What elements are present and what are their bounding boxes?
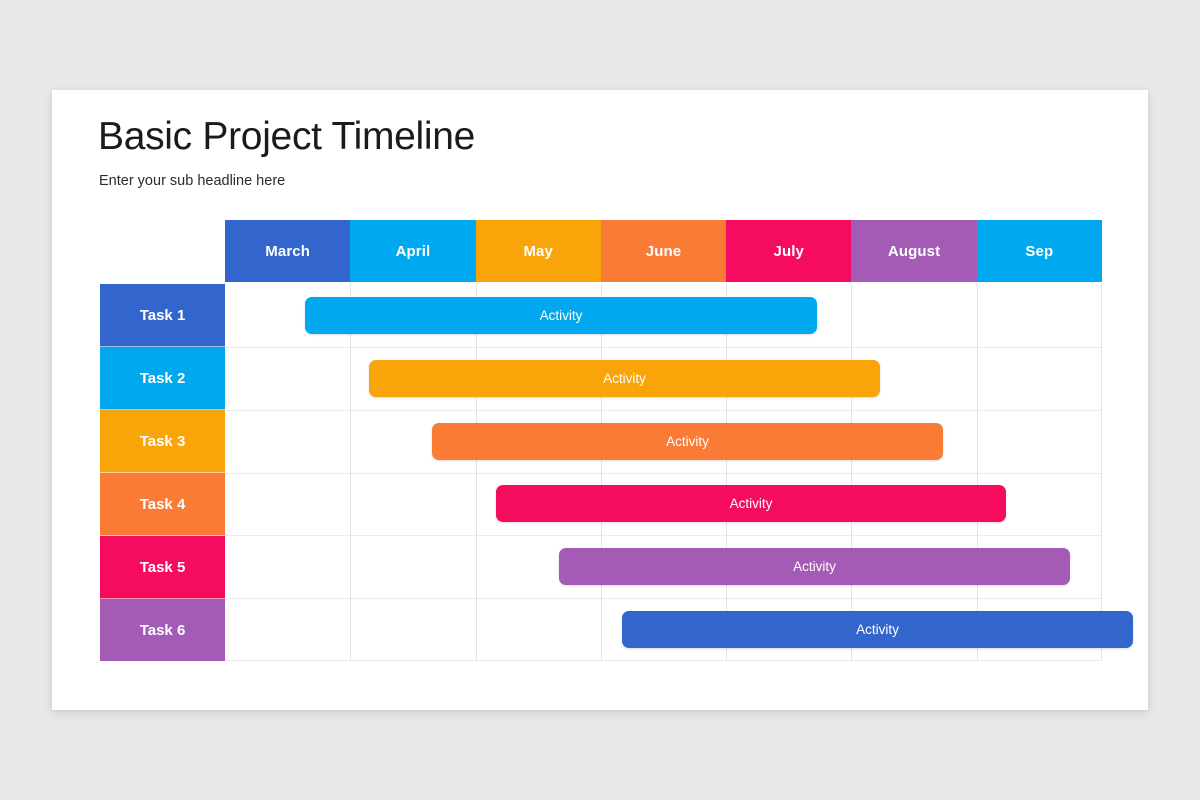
- activity-bar[interactable]: Activity: [559, 548, 1070, 586]
- activity-bar-label: Activity: [539, 307, 583, 323]
- task-label: Task 5: [139, 558, 186, 576]
- activity-bar[interactable]: Activity: [432, 422, 943, 460]
- task-label: Task 3: [139, 432, 186, 450]
- month-label: March: [265, 242, 310, 260]
- grid-line-vertical: [976, 284, 978, 660]
- activity-bar[interactable]: Activity: [305, 296, 817, 334]
- month-header-cell[interactable]: March: [225, 220, 351, 282]
- activity-bar-label: Activity: [856, 622, 899, 638]
- month-header-cell[interactable]: May: [475, 220, 601, 282]
- month-label: July: [773, 242, 804, 260]
- task-label-column: Task 1 Task 2 Task 3 Task 4 Task 5 Task 6: [100, 284, 225, 661]
- month-header-row: March April May June July August Sep: [225, 220, 1102, 282]
- grid-line-vertical: [600, 284, 602, 660]
- task-label-cell[interactable]: Task 6: [100, 599, 225, 661]
- month-header-cell[interactable]: Sep: [976, 220, 1102, 282]
- task-label-cell[interactable]: Task 4: [100, 473, 225, 536]
- month-label: June: [645, 242, 682, 260]
- activity-bar-label: Activity: [603, 370, 646, 386]
- task-label-cell[interactable]: Task 2: [100, 347, 225, 410]
- month-label: May: [523, 242, 553, 260]
- month-header-cell[interactable]: April: [350, 220, 476, 282]
- task-label-cell[interactable]: Task 3: [100, 410, 225, 473]
- month-header-cell[interactable]: July: [726, 220, 852, 282]
- task-label: Task 1: [139, 306, 186, 324]
- gantt-chart: March April May June July August Sep Task 1 Tas…: [100, 220, 1133, 661]
- gantt-plot-area: Activity Activity Activity Activity Activity…: [225, 284, 1133, 661]
- task-label: Task 2: [139, 369, 186, 387]
- month-header-cell[interactable]: August: [851, 220, 977, 282]
- task-label-cell[interactable]: Task 1: [100, 284, 225, 347]
- activity-bar[interactable]: Activity: [369, 359, 880, 397]
- page-subtitle: Enter your sub headline here: [99, 173, 286, 189]
- grid-line-vertical: [475, 284, 477, 660]
- activity-bar-label: Activity: [666, 433, 709, 449]
- month-label: Sep: [1025, 242, 1054, 260]
- month-label: April: [395, 242, 431, 260]
- grid-line-vertical: [726, 284, 728, 660]
- month-label: August: [887, 242, 941, 260]
- activity-bar[interactable]: Activity: [622, 611, 1133, 649]
- activity-bar[interactable]: Activity: [496, 485, 1006, 523]
- task-label: Task 4: [139, 495, 186, 513]
- task-label: Task 6: [139, 621, 186, 639]
- slide-card: Basic Project Timeline Enter your sub he…: [52, 90, 1148, 710]
- grid-line-vertical: [350, 284, 352, 660]
- activity-bar-label: Activity: [729, 496, 773, 512]
- activity-bar-label: Activity: [793, 559, 836, 575]
- month-header-cell[interactable]: June: [600, 220, 727, 282]
- grid-line-vertical: [851, 284, 853, 660]
- page-title: Basic Project Timeline: [98, 115, 476, 158]
- task-label-cell[interactable]: Task 5: [100, 536, 225, 599]
